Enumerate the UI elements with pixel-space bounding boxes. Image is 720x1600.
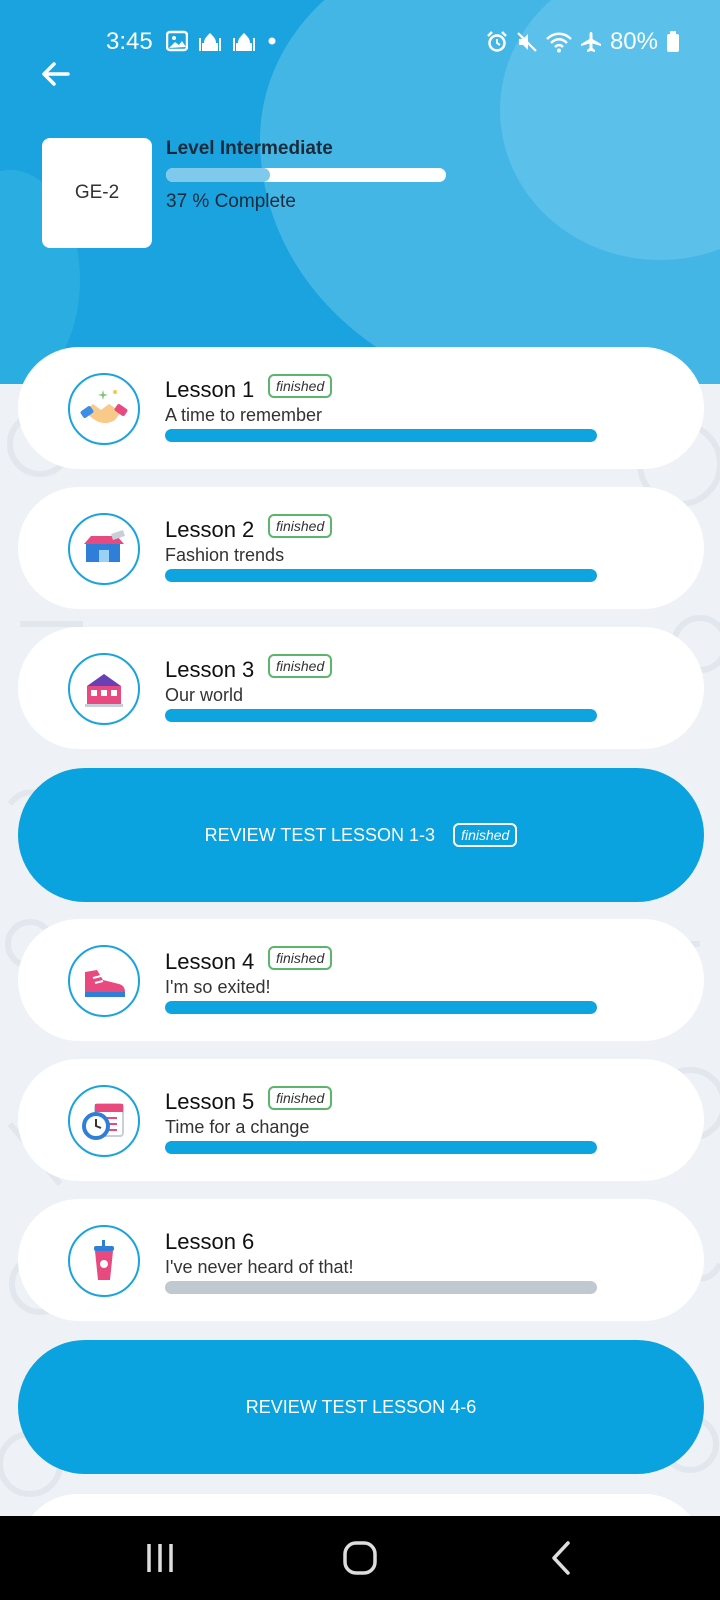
lesson-title: Lesson 5 <box>165 1089 255 1114</box>
arrow-left-icon <box>42 62 70 86</box>
finished-badge: finished <box>268 514 333 538</box>
building-icon <box>85 674 123 707</box>
cup-icon <box>94 1240 114 1280</box>
alarm-icon <box>487 31 507 52</box>
lesson-title: Lesson 2 <box>165 517 255 542</box>
lesson-icon-container <box>68 945 140 1017</box>
level-progress-text: 37 % Complete <box>166 191 296 212</box>
wifi-icon <box>546 32 572 53</box>
lesson-progress-fill <box>165 429 597 442</box>
dot-icon <box>268 37 276 45</box>
lesson-subtitle: Our world <box>165 685 244 705</box>
lesson-progress-bar <box>165 569 597 582</box>
recent-apps-icon <box>147 1544 173 1572</box>
status-system-icons: 80% <box>486 28 680 56</box>
mosque-icon <box>199 33 221 51</box>
lesson-subtitle: A time to remember <box>165 405 323 425</box>
review-test-4-6-button[interactable]: REVIEW TEST LESSON 4-6 <box>18 1340 704 1474</box>
lesson-title: Lesson 1 <box>165 377 255 402</box>
finished-badge: finished <box>268 946 333 970</box>
finished-badge: finished <box>453 823 518 847</box>
system-navigation-bar <box>0 1516 720 1600</box>
lesson-progress-fill <box>165 1001 597 1014</box>
lesson-title: Lesson 6 <box>165 1229 255 1254</box>
lesson-progress-fill <box>165 709 597 722</box>
home-button[interactable] <box>338 1536 382 1580</box>
handshake-icon <box>80 390 128 423</box>
lesson-icon-container <box>68 373 140 445</box>
lesson-card-2[interactable]: Lesson 2 finished Fashion trends <box>18 487 704 609</box>
lesson-card-6[interactable]: Lesson 6 I've never heard of that! <box>18 1199 704 1321</box>
lesson-progress-bar <box>165 709 597 722</box>
lesson-subtitle: Time for a change <box>165 1117 310 1137</box>
lesson-subtitle: I'm so exited! <box>165 977 271 997</box>
review-test-1-3-button[interactable]: REVIEW TEST LESSON 1-3 finished <box>18 768 704 902</box>
review-test-label: REVIEW TEST LESSON 4-6 <box>245 1396 477 1417</box>
review-test-label: REVIEW TEST LESSON 1-3 <box>204 824 436 845</box>
lesson-title: Lesson 4 <box>165 949 255 974</box>
level-code-badge: GE-2 <box>42 138 152 248</box>
lesson-progress-bar <box>165 1281 597 1294</box>
home-icon <box>343 1541 377 1575</box>
lesson-icon-container <box>68 653 140 725</box>
level-title: Level Intermediate <box>166 138 333 159</box>
lesson-progress-bar <box>165 1141 597 1154</box>
status-bar: 3:45 80% <box>0 28 720 60</box>
mute-icon <box>517 32 537 52</box>
calendar-clock-icon <box>82 1103 124 1140</box>
lesson-subtitle: I've never heard of that! <box>165 1257 354 1277</box>
lesson-progress-fill <box>165 569 597 582</box>
level-progress-bar <box>166 168 446 182</box>
lesson-card-5[interactable]: Lesson 5 finished Time for a change <box>18 1059 704 1181</box>
lesson-subtitle: Fashion trends <box>165 545 285 565</box>
lesson-icon-container <box>68 513 140 585</box>
mosque-icon <box>233 33 255 51</box>
lesson-card-4[interactable]: Lesson 4 finished I'm so exited! <box>18 919 704 1041</box>
battery-icon <box>667 31 679 52</box>
status-time: 3:45 <box>106 28 153 55</box>
lesson-progress-bar <box>165 1001 597 1014</box>
finished-badge: finished <box>268 374 333 398</box>
finished-badge: finished <box>268 1086 333 1110</box>
lesson-card-3[interactable]: Lesson 3 finished Our world <box>18 627 704 749</box>
back-nav-button[interactable] <box>540 1536 584 1580</box>
lesson-progress-fill <box>165 1141 597 1154</box>
store-icon <box>84 530 125 562</box>
recent-apps-button[interactable] <box>138 1536 182 1580</box>
chevron-left-icon <box>552 1541 570 1575</box>
finished-badge: finished <box>268 654 333 678</box>
status-notification-icons <box>166 30 278 52</box>
lesson-progress-bar <box>165 429 597 442</box>
sneaker-icon <box>85 970 125 997</box>
level-progress-fill <box>166 168 270 182</box>
lesson-icon-container <box>68 1225 140 1297</box>
lesson-icon-container <box>68 1085 140 1157</box>
airplane-icon <box>580 32 601 52</box>
lesson-title: Lesson 3 <box>165 657 255 682</box>
battery-percent: 80% <box>609 28 658 55</box>
back-button[interactable] <box>36 54 76 94</box>
image-icon <box>166 30 188 52</box>
lesson-card-1[interactable]: Lesson 1 finished A time to remember <box>18 347 704 469</box>
